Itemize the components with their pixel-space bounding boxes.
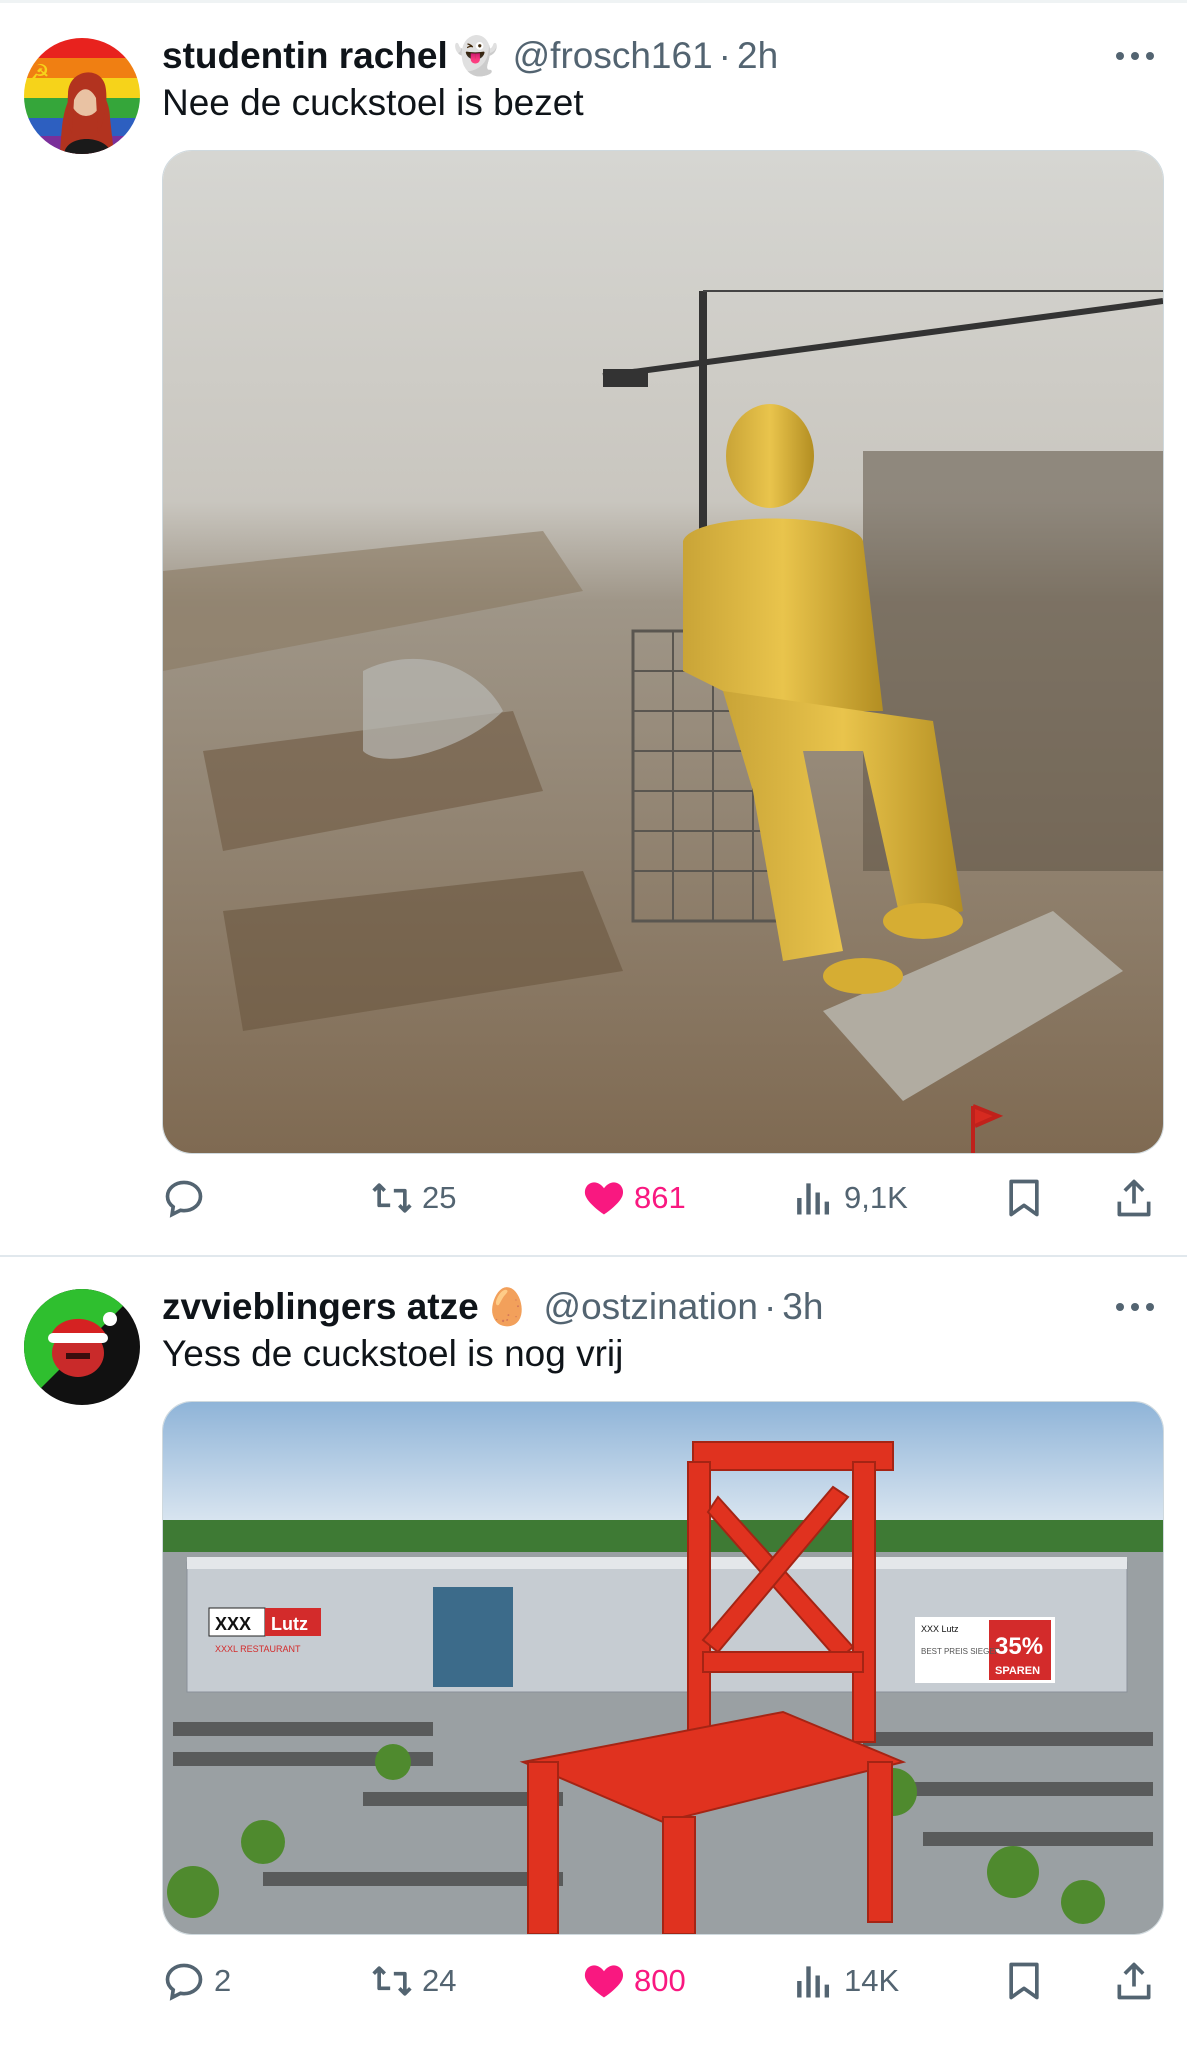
reply-icon <box>165 1963 203 2001</box>
ghost-icon: 👻 <box>453 35 499 76</box>
tweet-actions: 25 861 9,1K <box>162 1166 1162 1230</box>
tweet-text: Nee de cuckstoel is bezet <box>162 82 584 123</box>
restaurant-sign: XXXL RESTAURANT <box>215 1644 301 1654</box>
share-button[interactable] <box>1112 1949 1156 2013</box>
bookmark-button[interactable] <box>1002 1166 1046 1230</box>
like-count: 861 <box>634 1180 686 1215</box>
bookmark-icon <box>1009 1179 1039 1217</box>
more-options-icon[interactable] <box>1110 1287 1160 1327</box>
retweet-count: 25 <box>422 1180 457 1215</box>
timestamp[interactable]: 2h <box>737 35 778 77</box>
retweet-button[interactable]: 25 <box>370 1166 456 1230</box>
tweet-header: studentin rachel 👻 @frosch161 · 2h <box>162 28 778 84</box>
separator-dot: · <box>718 35 731 76</box>
like-button[interactable]: 861 <box>582 1166 686 1230</box>
reply-icon <box>165 1180 203 1218</box>
retweet-icon <box>372 1183 412 1213</box>
view-count: 9,1K <box>844 1180 908 1215</box>
display-name[interactable]: studentin rachel <box>162 35 448 77</box>
store-sign-xxx: XXX <box>215 1614 251 1634</box>
reply-button[interactable]: 2 <box>162 1949 231 2013</box>
views-button[interactable]: 14K <box>792 1949 899 2013</box>
heart-icon <box>584 1965 624 1998</box>
handle[interactable]: @frosch161 <box>513 35 713 77</box>
tweet-2[interactable]: zvvieblingers atze 🥚 @ostzination · 3h Y… <box>0 1257 1187 2048</box>
display-name[interactable]: zvvieblingers atze <box>162 1286 479 1328</box>
views-icon <box>797 1966 830 1998</box>
tweet-image-statue[interactable] <box>162 150 1164 1154</box>
tweet-actions: 2 24 800 14K <box>162 1949 1162 2013</box>
banner-pct: 35% <box>995 1633 1043 1660</box>
retweet-icon <box>372 1966 412 1996</box>
egg-icon: 🥚 <box>484 1286 530 1327</box>
reply-count: 2 <box>214 1963 232 1998</box>
more-options-icon[interactable] <box>1110 36 1160 76</box>
bookmark-button[interactable] <box>1002 1949 1046 2013</box>
like-button[interactable]: 800 <box>582 1949 686 2013</box>
banner-best: BEST PREIS SIEGER <box>921 1647 1001 1656</box>
handle[interactable]: @ostzination <box>544 1286 758 1328</box>
view-count: 14K <box>844 1963 900 1998</box>
tweet-header: zvvieblingers atze 🥚 @ostzination · 3h <box>162 1279 823 1335</box>
separator-dot: · <box>763 1286 777 1327</box>
tweet-image-chair[interactable]: XXX Lutz XXXL RESTAURANT XXX Lutz BEST P… <box>162 1401 1164 1935</box>
share-button[interactable] <box>1112 1166 1156 1230</box>
share-icon <box>1117 1179 1151 1217</box>
heart-icon <box>584 1182 624 1215</box>
retweet-count: 24 <box>422 1963 457 1998</box>
views-button[interactable]: 9,1K <box>792 1166 908 1230</box>
tweet-text: Yess de cuckstoel is nog vrij <box>162 1333 624 1374</box>
views-icon <box>797 1183 830 1215</box>
like-count: 800 <box>634 1963 686 1998</box>
share-icon <box>1117 1962 1151 2000</box>
store-sign-lutz: Lutz <box>271 1614 308 1634</box>
bookmark-icon <box>1009 1962 1039 2000</box>
avatar[interactable]: ☭ <box>24 38 140 154</box>
tweet-1[interactable]: ☭ studentin rachel 👻 @frosch161 · 2h Nee… <box>0 4 1187 1256</box>
reply-button[interactable] <box>162 1166 214 1230</box>
avatar[interactable] <box>24 1289 140 1405</box>
banner-small: XXX Lutz <box>921 1624 959 1634</box>
svg-text:☭: ☭ <box>30 61 50 86</box>
timestamp[interactable]: 3h <box>782 1286 823 1328</box>
retweet-button[interactable]: 24 <box>370 1949 456 2013</box>
banner-sparen: SPAREN <box>995 1665 1040 1677</box>
top-border <box>0 0 1187 3</box>
